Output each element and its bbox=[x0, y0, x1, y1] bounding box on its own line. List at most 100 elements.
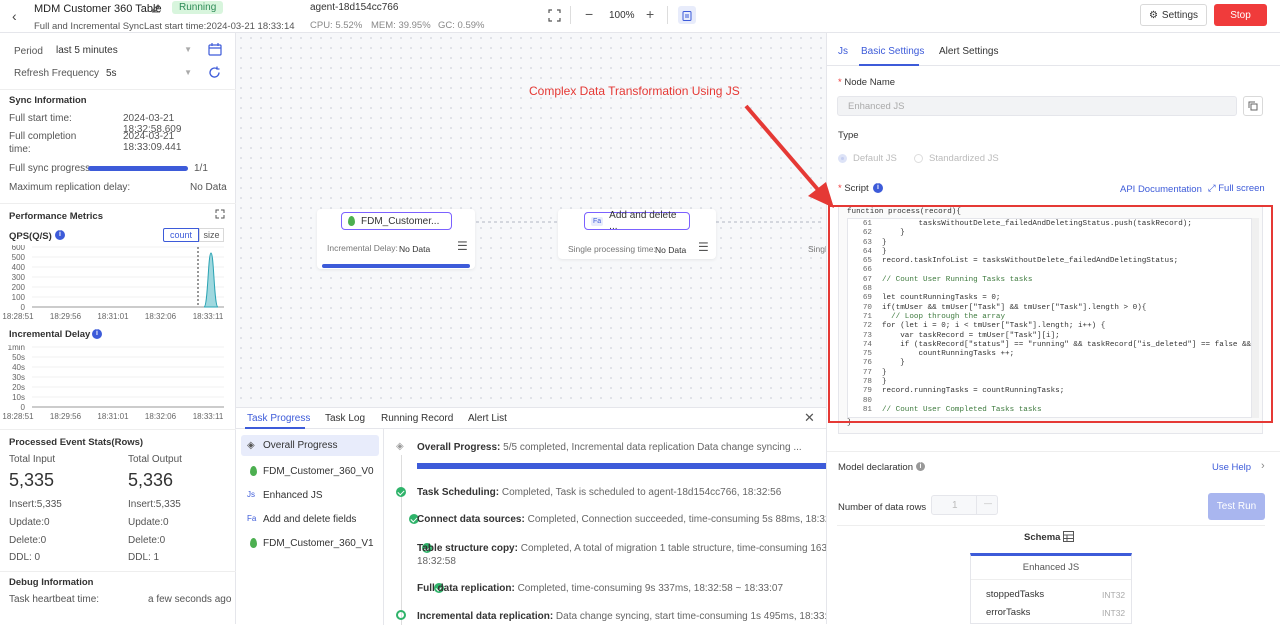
node-name-input[interactable]: Enhanced JS bbox=[837, 96, 1237, 116]
transform-node[interactable]: Fa Add and delete ... bbox=[584, 210, 690, 232]
transform-node-card[interactable]: Fa Add and delete ... Single processing … bbox=[558, 209, 716, 259]
dag-canvas[interactable]: FDM_Customer... Incremental Delay: No Da… bbox=[236, 33, 827, 407]
period-select[interactable]: last 5 minutes ▼ bbox=[56, 41, 196, 59]
full-screen-link[interactable]: ⤢ Full screen bbox=[1208, 183, 1265, 194]
x-tick-label: 18:28:51 bbox=[2, 412, 34, 421]
info-icon: i bbox=[916, 462, 925, 471]
stop-button[interactable]: Stop bbox=[1214, 4, 1267, 26]
nav-item-target[interactable]: FDM_Customer_360_V1 bbox=[247, 536, 379, 552]
table-icon[interactable] bbox=[1063, 531, 1074, 545]
qps-spike bbox=[203, 252, 219, 308]
mongodb-icon bbox=[348, 216, 355, 226]
expand-icon[interactable] bbox=[215, 209, 225, 222]
single-processing-value: No Data bbox=[655, 245, 687, 255]
clipboard-icon[interactable] bbox=[678, 6, 696, 24]
full-completion-value: 2024-03-21 18:33:09.441 bbox=[123, 131, 182, 153]
tab-running-record[interactable]: Running Record bbox=[381, 413, 453, 424]
nav-item-enhanced-js[interactable]: Js Enhanced JS bbox=[247, 488, 379, 504]
nav-item-overall[interactable]: ◈ Overall Progress bbox=[241, 435, 379, 456]
api-documentation-link[interactable]: API Documentation bbox=[1120, 184, 1202, 195]
task-progress-panel: Task Progress Task Log Running Record Al… bbox=[236, 407, 826, 625]
type-default-label: Default JS bbox=[853, 153, 897, 164]
incremental-delay-value: No Data bbox=[399, 244, 431, 254]
full-completion-label-2: time: bbox=[9, 144, 31, 155]
top-bar: ‹ MDM Customer 360 Table Running Full an… bbox=[0, 0, 1280, 33]
layers-icon: ◈ bbox=[396, 441, 404, 452]
output-insert: Insert:5,335 bbox=[128, 499, 181, 510]
perf-title: Performance Metrics bbox=[9, 211, 103, 222]
nav-item-add-delete[interactable]: Fa Add and delete fields bbox=[247, 512, 379, 528]
source-node[interactable]: FDM_Customer... bbox=[341, 212, 452, 230]
test-run-button[interactable]: Test Run bbox=[1208, 493, 1265, 520]
status-badge: Running bbox=[172, 1, 224, 14]
y-tick-label: 100 bbox=[12, 293, 26, 302]
full-sync-progress-bar bbox=[88, 166, 188, 171]
refresh-icon[interactable] bbox=[208, 66, 221, 82]
field-type: INT32 bbox=[1102, 590, 1126, 600]
radio-standardized-js[interactable] bbox=[914, 154, 923, 163]
model-declaration-label: Model declaration bbox=[838, 462, 913, 473]
chevron-right-icon[interactable]: › bbox=[1261, 460, 1265, 472]
gear-icon: ⚙ bbox=[1148, 9, 1158, 21]
use-help-link[interactable]: Use Help bbox=[1212, 462, 1251, 473]
source-node-label: FDM_Customer... bbox=[361, 215, 440, 227]
y-tick-label: 40s bbox=[12, 363, 25, 372]
settings-button[interactable]: ⚙ Settings bbox=[1140, 4, 1207, 26]
transform-node-label: Add and delete ... bbox=[609, 210, 677, 232]
list-icon[interactable]: ☰ bbox=[698, 240, 709, 254]
source-node-card[interactable]: FDM_Customer... Incremental Delay: No Da… bbox=[317, 209, 475, 269]
info-icon: i bbox=[55, 230, 65, 240]
zoom-in-icon[interactable]: + bbox=[646, 6, 654, 22]
input-ddl: DDL: 0 bbox=[9, 552, 41, 563]
fit-view-icon[interactable] bbox=[548, 9, 561, 25]
tab-alert-settings[interactable]: Alert Settings bbox=[939, 46, 998, 57]
data-rows-input[interactable]: 1 — bbox=[931, 495, 998, 515]
incremental-delay-label: Incremental Delay: bbox=[327, 243, 398, 253]
close-icon[interactable]: ✕ bbox=[804, 410, 815, 426]
cpu-usage: CPU: 5.52% bbox=[310, 20, 363, 31]
active-tab-indicator bbox=[859, 64, 919, 66]
copy-button[interactable] bbox=[1243, 96, 1263, 116]
schema-table: Enhanced JS stoppedTasks INT32 errorTask… bbox=[970, 553, 1132, 624]
stepper-icon[interactable]: — bbox=[984, 499, 992, 508]
edit-icon[interactable] bbox=[151, 3, 161, 13]
max-delay-label: Maximum replication delay: bbox=[9, 182, 131, 193]
progress-fill bbox=[88, 166, 188, 171]
mem-usage: MEM: 39.95% bbox=[371, 20, 431, 31]
fa-icon: Fa bbox=[247, 514, 257, 523]
bottom-tabs: Task Progress Task Log Running Record Al… bbox=[236, 408, 826, 429]
field-name: stoppedTasks bbox=[986, 589, 1045, 600]
back-icon[interactable]: ‹ bbox=[12, 8, 17, 24]
total-output-label: Total Output bbox=[128, 454, 182, 465]
calendar-icon[interactable] bbox=[208, 43, 222, 59]
tab-alert-list[interactable]: Alert List bbox=[468, 413, 507, 424]
list-icon[interactable]: ☰ bbox=[457, 239, 468, 253]
total-input-value: 5,335 bbox=[9, 470, 55, 490]
nav-item-source[interactable]: FDM_Customer_360_V0 bbox=[247, 464, 379, 480]
chevron-down-icon: ▼ bbox=[184, 45, 192, 54]
tab-basic-settings[interactable]: Basic Settings bbox=[861, 46, 924, 57]
y-tick-label: 50s bbox=[12, 353, 25, 362]
tab-task-log[interactable]: Task Log bbox=[325, 413, 365, 424]
overall-progress-text: Overall Progress: 5/5 completed, Increme… bbox=[417, 442, 802, 453]
count-toggle[interactable]: count bbox=[163, 228, 199, 242]
config-tabs: Js Basic Settings Alert Settings bbox=[827, 33, 1280, 66]
refresh-label: Refresh Frequency bbox=[14, 68, 100, 79]
zoom-out-icon[interactable]: − bbox=[585, 6, 593, 22]
step-scheduling: Task Scheduling: Completed, Task is sche… bbox=[417, 487, 781, 498]
size-toggle[interactable]: size bbox=[199, 228, 224, 242]
tab-task-progress[interactable]: Task Progress bbox=[247, 413, 310, 424]
heartbeat-label: Task heartbeat time: bbox=[9, 594, 100, 605]
total-input-label: Total Input bbox=[9, 454, 56, 465]
delay-chart: 1min50s40s30s20s10s018:28:51 18:29:56 18:3… bbox=[2, 345, 224, 421]
refresh-select[interactable]: 5s ▼ bbox=[104, 64, 196, 82]
x-tick-label: 18:29:56 bbox=[50, 312, 82, 321]
step-label: Full data replication: bbox=[417, 583, 515, 594]
x-tick-label: 18:33:11 bbox=[193, 412, 224, 421]
annotation-arrow bbox=[744, 104, 834, 208]
overall-label: Overall Progress: bbox=[417, 442, 501, 453]
gc-usage: GC: 0.59% bbox=[438, 20, 485, 31]
y-tick-label: 300 bbox=[12, 273, 26, 282]
y-tick-label: 500 bbox=[12, 253, 26, 262]
output-ddl: DDL: 1 bbox=[128, 552, 160, 563]
